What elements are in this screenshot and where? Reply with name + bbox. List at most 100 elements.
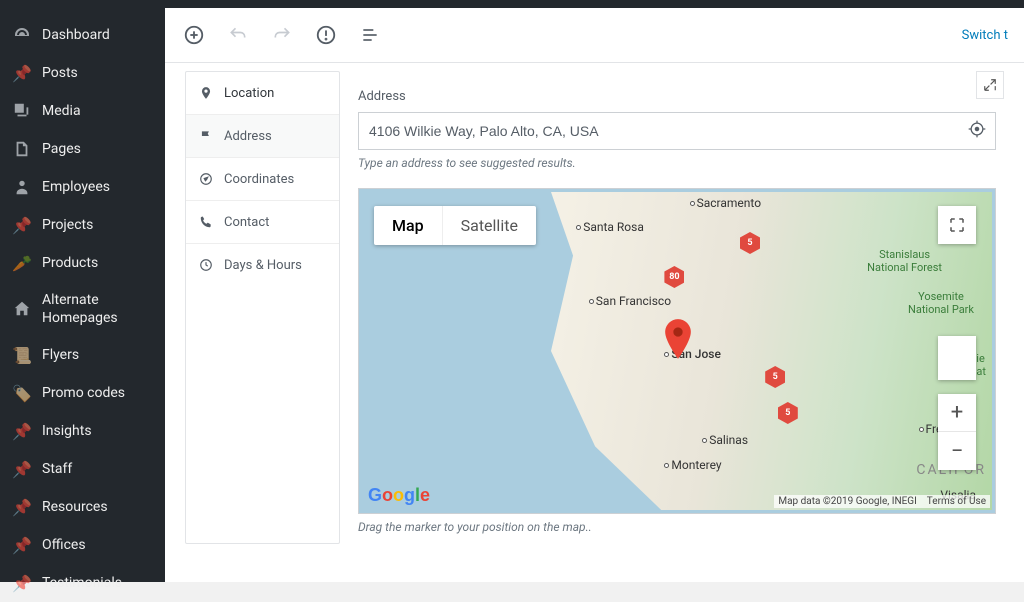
sidebar-item-staff[interactable]: 📌 Staff [0, 450, 165, 488]
address-panel: Address Type an address to see suggested… [340, 63, 1014, 544]
city-santarosa: Santa Rosa [576, 220, 644, 234]
map-zoom-control: + − [938, 394, 976, 470]
tab-days-hours[interactable]: Days & Hours [186, 244, 339, 286]
city-salinas: Salinas [702, 433, 748, 447]
map-type-satellite-button[interactable]: Satellite [443, 206, 536, 245]
map-fullscreen-button[interactable] [938, 206, 976, 244]
sidebar-item-resources[interactable]: 📌 Resources [0, 488, 165, 526]
tab-label: Coordinates [224, 172, 294, 187]
sidebar-item-projects[interactable]: 📌 Projects [0, 206, 165, 244]
expand-panel-button[interactable] [976, 71, 1004, 99]
sidebar-item-label: Posts [42, 64, 153, 82]
sidebar-item-posts[interactable]: 📌 Posts [0, 54, 165, 92]
terms-of-use-link[interactable]: Terms of Use [927, 496, 986, 507]
map-hint: Drag the marker to your position on the … [358, 520, 996, 534]
locate-me-button[interactable] [967, 119, 987, 143]
pin-icon: 📌 [12, 459, 32, 479]
home-icon [12, 299, 32, 319]
scroll-icon: 📜 [12, 345, 32, 365]
sidebar-item-employees[interactable]: Employees [0, 168, 165, 206]
flag-icon [198, 128, 214, 144]
add-block-button[interactable] [181, 22, 207, 48]
map-container: Sacramento Santa Rosa San Francisco San … [358, 188, 996, 514]
sidebar-item-label: Media [42, 102, 153, 120]
sidebar-item-label: Flyers [42, 346, 153, 364]
sidebar-item-pages[interactable]: Pages [0, 130, 165, 168]
tab-address[interactable]: Address [186, 115, 339, 158]
map-type-map-button[interactable]: Map [374, 206, 443, 245]
sidebar-item-promo-codes[interactable]: 🏷️ Promo codes [0, 374, 165, 412]
certificate-icon: 🏷️ [12, 383, 32, 403]
map[interactable]: Sacramento Santa Rosa San Francisco San … [362, 192, 992, 510]
sidebar-item-label: Alternate Homepages [42, 291, 153, 327]
map-pegman-control[interactable] [938, 336, 976, 380]
map-zoom-in-button[interactable]: + [938, 394, 976, 432]
tab-coordinates[interactable]: Coordinates [186, 158, 339, 201]
pages-icon [12, 139, 32, 159]
sidebar-item-products[interactable]: 🥕 Products [0, 244, 165, 282]
address-input[interactable] [369, 123, 955, 139]
map-zoom-out-button[interactable]: − [938, 432, 976, 470]
sidebar-item-media[interactable]: Media [0, 92, 165, 130]
carrot-icon: 🥕 [12, 253, 32, 273]
google-logo: Google [368, 485, 430, 506]
park-stanislaus: Stanislaus National Forest [867, 248, 942, 274]
sidebar-item-label: Testimonials [42, 574, 153, 592]
pin-icon: 📌 [12, 421, 32, 441]
tab-location[interactable]: Location [186, 72, 339, 115]
sidebar-item-label: Dashboard [42, 26, 153, 44]
clock-icon [198, 257, 214, 273]
map-attribution: Map data ©2019 Google, INEGI Terms of Us… [774, 495, 990, 508]
pin-icon: 📌 [12, 535, 32, 555]
sidebar-item-label: Products [42, 254, 153, 272]
tab-label: Contact [224, 215, 269, 230]
sidebar-item-alternate-homepages[interactable]: Alternate Homepages [0, 282, 165, 336]
sidebar-item-label: Promo codes [42, 384, 153, 402]
tab-contact[interactable]: Contact [186, 201, 339, 244]
sidebar-item-label: Resources [42, 498, 153, 516]
sidebar-item-flyers[interactable]: 📜 Flyers [0, 336, 165, 374]
address-input-wrap [358, 112, 996, 150]
media-icon [12, 101, 32, 121]
phone-icon [198, 214, 214, 230]
map-type-control: Map Satellite [374, 206, 536, 245]
pin-icon: 📌 [12, 497, 32, 517]
admin-sidebar: Dashboard 📌 Posts Media Pages Employees … [0, 0, 165, 582]
compass-icon [198, 171, 214, 187]
sidebar-item-label: Insights [42, 422, 153, 440]
attribution-text: Map data ©2019 Google, INEGI [778, 496, 916, 507]
address-hint: Type an address to see suggested results… [358, 156, 996, 170]
city-monterey: Monterey [664, 458, 721, 472]
sidebar-item-label: Offices [42, 536, 153, 554]
sidebar-item-label: Projects [42, 216, 153, 234]
dashboard-icon [12, 25, 32, 45]
sidebar-item-offices[interactable]: 📌 Offices [0, 526, 165, 564]
city-sacramento: Sacramento [690, 196, 761, 210]
sidebar-item-label: Employees [42, 178, 153, 196]
editor-toolbar: Switch t [165, 8, 1024, 63]
switch-link[interactable]: Switch t [962, 28, 1008, 43]
tab-label: Days & Hours [224, 258, 302, 273]
tab-label: Location [224, 86, 274, 101]
park-yosemite: Yosemite National Park [908, 290, 974, 316]
address-label: Address [358, 89, 996, 104]
pin-icon: 📌 [12, 215, 32, 235]
main-content: Switch t Location Address Coordinates [165, 8, 1024, 582]
map-marker[interactable] [664, 319, 692, 359]
undo-button[interactable] [225, 22, 251, 48]
sidebar-item-label: Staff [42, 460, 153, 478]
city-sanfrancisco: San Francisco [589, 294, 671, 308]
sidebar-item-label: Pages [42, 140, 153, 158]
location-tabs: Location Address Coordinates Contact [185, 71, 340, 544]
content-structure-button[interactable] [313, 22, 339, 48]
location-pin-icon [198, 85, 214, 101]
pin-icon: 📌 [12, 573, 32, 593]
block-navigation-button[interactable] [357, 22, 383, 48]
pin-icon: 📌 [12, 63, 32, 83]
redo-button[interactable] [269, 22, 295, 48]
sidebar-item-testimonials[interactable]: 📌 Testimonials [0, 564, 165, 602]
tab-label: Address [224, 129, 272, 144]
sidebar-item-insights[interactable]: 📌 Insights [0, 412, 165, 450]
sidebar-item-dashboard[interactable]: Dashboard [0, 16, 165, 54]
person-icon [12, 177, 32, 197]
